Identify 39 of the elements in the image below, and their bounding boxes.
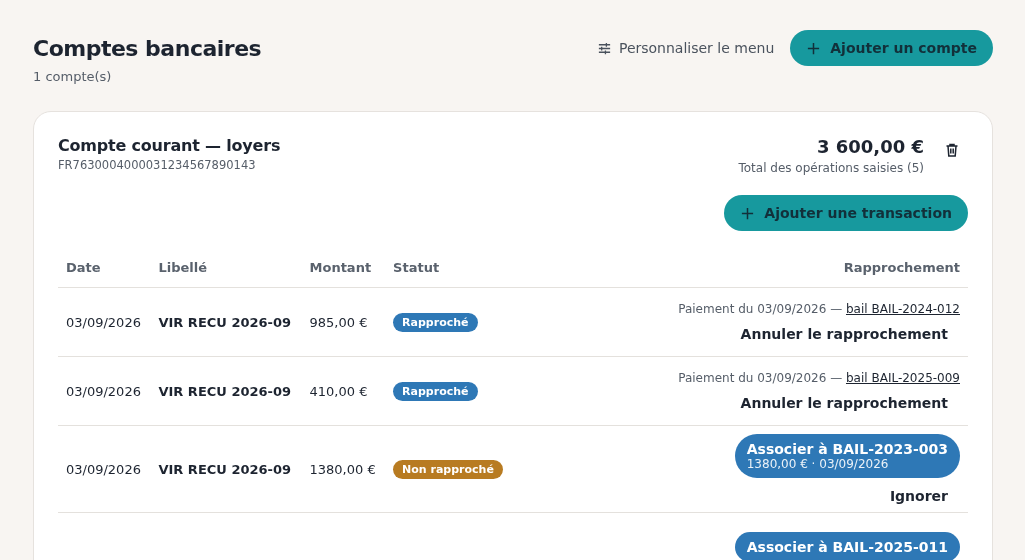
plus-icon (806, 40, 822, 56)
column-header: Date (58, 251, 151, 288)
status-badge: Rapproché (393, 381, 478, 401)
customize-menu-button[interactable]: Personnaliser le menu (596, 40, 775, 56)
cancel-reconciliation-button[interactable]: Annuler le rapprochement (728, 326, 960, 342)
total-caption: Total des opérations saisies (5) (738, 161, 924, 175)
column-header: Rapprochement (513, 251, 968, 288)
label-cell: VIR RECU 2026-09 (150, 356, 302, 426)
date-cell: 03/09/2026 (58, 356, 151, 426)
label-cell: VIR RECU 2026-09 (150, 425, 302, 513)
associate-lease-button[interactable]: Associer à BAIL-2025-011 (734, 532, 960, 560)
account-count: 1 compte(s) (33, 69, 113, 84)
status-badge: Non rapproché (393, 459, 503, 479)
sliders-icon (596, 40, 612, 56)
ignore-button[interactable]: Ignorer (877, 488, 960, 504)
column-header: Montant (301, 251, 386, 288)
lease-link[interactable]: bail BAIL-2024-012 (846, 302, 960, 316)
column-header: Libellé (150, 251, 302, 288)
amount-cell: 1380,00 € (301, 425, 386, 513)
payment-info: Paiement du 03/09/2026 — bail BAIL-2024-012 (677, 302, 960, 316)
account-iban: FR7630004000031234567890143 (58, 158, 257, 172)
date-cell: 03/09/2026 (58, 425, 151, 513)
status-badge: Rapproché (393, 312, 478, 332)
add-account-button[interactable]: Ajouter un compte (790, 30, 993, 66)
payment-info: Paiement du 03/09/2026 — bail BAIL-2025-009 (677, 371, 960, 385)
add-transaction-button[interactable]: Ajouter une transaction (724, 195, 968, 231)
page-title: Comptes bancaires (33, 36, 262, 61)
date-cell: 03/09/2026 (58, 287, 151, 357)
amount-cell: 985,00 € (301, 287, 386, 357)
associate-lease-button[interactable]: Associer à BAIL-2023-003 1380,00 € · 03/09/2026 (734, 434, 960, 478)
trash-icon[interactable] (944, 142, 960, 158)
cancel-reconciliation-button[interactable]: Annuler le rapprochement (728, 395, 960, 411)
account-total: 3 600,00 € (815, 136, 924, 157)
label-cell: VIR RECU 2026-09 (150, 287, 302, 357)
plus-icon (740, 205, 756, 221)
account-name: Compte courant — loyers (58, 136, 281, 155)
amount-cell: 410,00 € (301, 356, 386, 426)
column-header: Statut (385, 251, 513, 288)
lease-link[interactable]: bail BAIL-2025-009 (846, 371, 960, 385)
